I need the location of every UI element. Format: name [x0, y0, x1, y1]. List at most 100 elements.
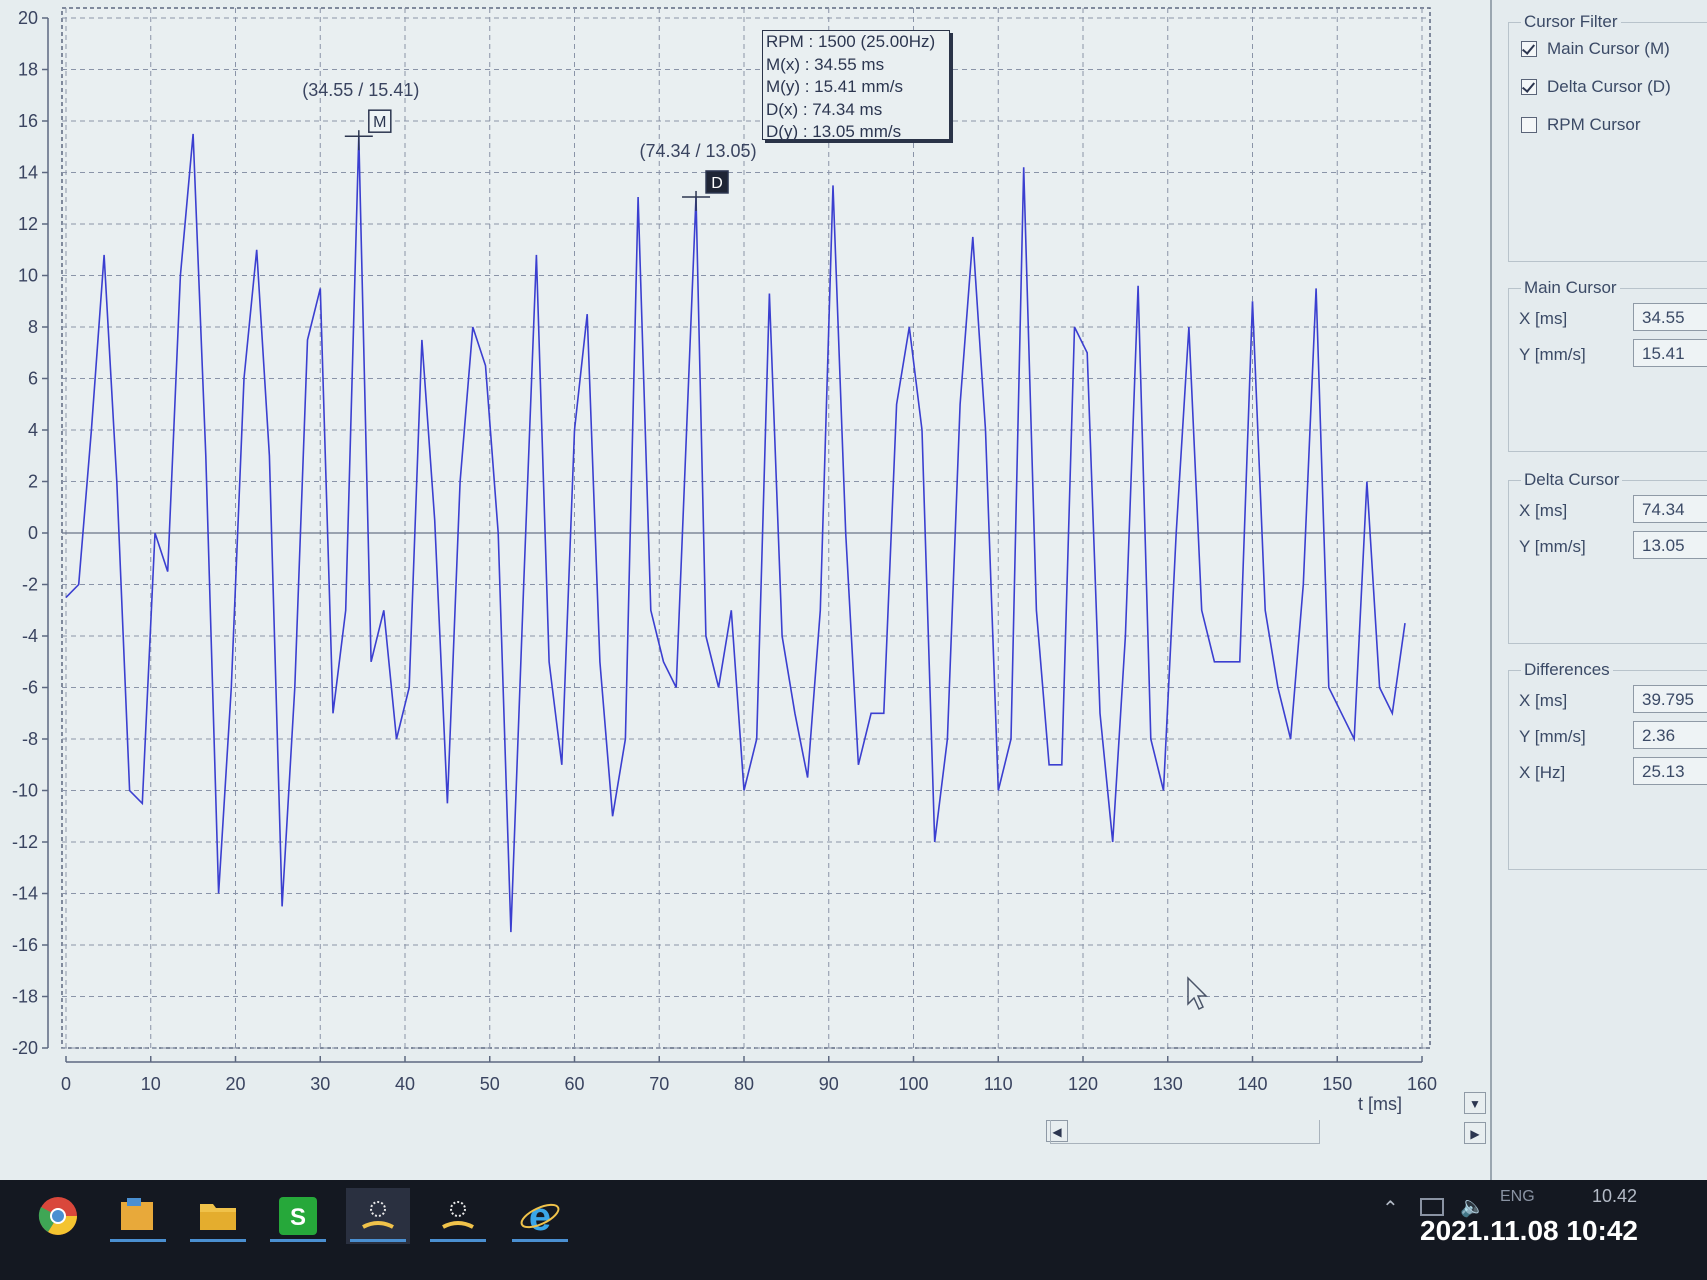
delta-cursor-checkbox[interactable]	[1521, 79, 1537, 95]
rpm-cursor-checkbox[interactable]	[1521, 117, 1537, 133]
svg-text:S: S	[290, 1204, 306, 1231]
y-tick-label: 6	[28, 369, 38, 389]
main-cursor-x-label: X [ms]	[1519, 309, 1568, 328]
x-tick-label: 150	[1322, 1074, 1352, 1094]
y-tick-label: -6	[22, 678, 38, 698]
x-tick-label: 140	[1237, 1074, 1267, 1094]
y-tick-label: -8	[22, 729, 38, 749]
main-cursor-checkbox-label: Main Cursor (M)	[1547, 39, 1670, 58]
differences-y-field[interactable]: 2.36	[1633, 721, 1707, 749]
scroll-down-button[interactable]: ▼	[1464, 1092, 1486, 1114]
cursor-marker-letter: M	[373, 114, 386, 131]
delta-cursor-group: Delta Cursor X [ms] 74.34 Y [mm/s] 13.05	[1508, 470, 1707, 644]
delta-cursor-y-field[interactable]: 13.05	[1633, 531, 1707, 559]
network-icon[interactable]	[1420, 1198, 1444, 1216]
folder-icon[interactable]	[186, 1188, 250, 1244]
mouse-pointer-icon	[1187, 976, 1208, 1011]
analyzer-window: 20 18 16 14 12 10 8 6 4 2 0 -2 -4 -6 -8 -10 -12 -14 -16 -18…	[0, 0, 1707, 1180]
differences-title: Differences	[1521, 660, 1613, 680]
file-manager-icon[interactable]	[106, 1188, 170, 1244]
y-tick-label: -4	[22, 626, 38, 646]
spreadsheet-icon[interactable]: S	[266, 1188, 330, 1244]
delta-cursor-x-label: X [ms]	[1519, 501, 1568, 520]
cursor-coordinate-label: (74.34 / 13.05)	[639, 141, 756, 161]
taskbar-clock[interactable]: 10.42	[1592, 1186, 1637, 1207]
delta-cursor-title: Delta Cursor	[1521, 470, 1623, 490]
differences-x-label: X [ms]	[1519, 691, 1568, 710]
rpm-cursor-checkbox-row[interactable]: RPM Cursor	[1521, 115, 1641, 135]
y-tick-label: -2	[22, 575, 38, 595]
cursor-filter-title: Cursor Filter	[1521, 12, 1621, 32]
info-main-y: M(y) : 15.41 mm/s	[766, 77, 903, 96]
horizontal-scrollbar[interactable]	[1050, 1120, 1320, 1144]
y-tick-label: 8	[28, 317, 38, 337]
differences-x-field[interactable]: 39.795	[1633, 685, 1707, 713]
y-tick-label: 20	[18, 8, 38, 28]
x-tick-label: 20	[225, 1074, 245, 1094]
x-tick-label: 100	[898, 1074, 928, 1094]
y-tick-label: 10	[18, 266, 38, 286]
cursor-coordinate-label: (34.55 / 15.41)	[302, 80, 419, 100]
cursor-side-panel: Cursor Filter Main Cursor (M) Delta Curs…	[1490, 0, 1707, 1180]
x-tick-label: 30	[310, 1074, 330, 1094]
differences-hz-field[interactable]: 25.13	[1633, 757, 1707, 785]
main-cursor-y-label: Y [mm/s]	[1519, 345, 1586, 364]
x-tick-label: 120	[1068, 1074, 1098, 1094]
y-tick-label: -10	[12, 781, 38, 801]
y-tick-label: -20	[12, 1038, 38, 1058]
differences-hz-label: X [Hz]	[1519, 763, 1566, 782]
tray-language[interactable]: ENG	[1500, 1188, 1535, 1206]
main-cursor-x-field[interactable]: 34.55	[1633, 303, 1707, 331]
x-tick-label: 160	[1407, 1074, 1437, 1094]
scroll-right-button[interactable]: ▶	[1464, 1122, 1486, 1144]
main-cursor-y-field[interactable]: 15.41	[1633, 339, 1707, 367]
y-tick-label: -12	[12, 832, 38, 852]
delta-cursor-checkbox-label: Delta Cursor (D)	[1547, 77, 1671, 96]
cursor-marker-letter: D	[711, 175, 723, 192]
plot-area	[61, 7, 1431, 1049]
x-tick-label: 130	[1153, 1074, 1183, 1094]
y-tick-label: 18	[18, 60, 38, 80]
y-tick-label: 12	[18, 214, 38, 234]
x-axis: 0 10 20 30 40 50 60 70 80 90 100 110 120 130 140 150 160	[61, 1056, 1437, 1094]
info-delta-y: D(y) : 13.05 mm/s	[766, 122, 902, 141]
chrome-icon[interactable]	[26, 1188, 90, 1244]
x-tick-label: 50	[480, 1074, 500, 1094]
differences-y-label: Y [mm/s]	[1519, 727, 1586, 746]
info-main-x: M(x) : 34.55 ms	[766, 54, 885, 74]
vibration-chart[interactable]: 20181614121086420-2-4-6-8-10-12-14-16-18…	[0, 0, 1480, 1180]
info-rpm: RPM : 1500 (25.00Hz)	[766, 32, 936, 51]
internet-explorer-icon[interactable]: e	[508, 1188, 572, 1244]
main-cursor-checkbox-row[interactable]: Main Cursor (M)	[1521, 39, 1670, 59]
x-tick-label: 90	[819, 1074, 839, 1094]
tray-chevron-icon[interactable]: ⌃	[1382, 1196, 1399, 1221]
y-tick-label: 14	[18, 163, 38, 183]
x-tick-label: 40	[395, 1074, 415, 1094]
main-cursor-checkbox[interactable]	[1521, 41, 1537, 57]
delta-cursor-x-field[interactable]: 74.34	[1633, 495, 1707, 523]
y-tick-label: 4	[28, 420, 38, 440]
y-tick-label: -18	[12, 987, 38, 1007]
x-tick-label: 10	[141, 1074, 161, 1094]
x-axis-label: t [ms]	[1358, 1094, 1402, 1114]
x-tick-label: 0	[61, 1074, 71, 1094]
analyzer-app-icon[interactable]	[346, 1188, 410, 1244]
cursor-filter-group: Cursor Filter Main Cursor (M) Delta Curs…	[1508, 12, 1707, 262]
y-tick-label: 0	[28, 523, 38, 543]
x-tick-label: 70	[649, 1074, 669, 1094]
svg-text:e: e	[529, 1195, 551, 1238]
y-tick-label: -14	[12, 884, 38, 904]
info-delta-x: D(x) : 74.34 ms	[766, 99, 883, 119]
y-axis: 20181614121086420-2-4-6-8-10-12-14-16-18…	[12, 8, 49, 1058]
delta-cursor-checkbox-row[interactable]: Delta Cursor (D)	[1521, 77, 1671, 97]
y-tick-label: 2	[28, 472, 38, 492]
y-tick-label: -16	[12, 935, 38, 955]
x-tick-label: 60	[564, 1074, 584, 1094]
differences-group: Differences X [ms] 39.795 Y [mm/s] 2.36 …	[1508, 660, 1707, 870]
cursor-info-box: RPM : 1500 (25.00Hz) M(x) : 34.55 ms M(y…	[762, 30, 950, 141]
analyzer-app-2-icon[interactable]	[426, 1188, 490, 1244]
y-tick-label: 16	[18, 111, 38, 131]
x-tick-label: 80	[734, 1074, 754, 1094]
photo-timestamp: 2021.11.08 10:42	[1420, 1215, 1638, 1246]
main-cursor-group: Main Cursor X [ms] 34.55 Y [mm/s] 15.41	[1508, 278, 1707, 452]
